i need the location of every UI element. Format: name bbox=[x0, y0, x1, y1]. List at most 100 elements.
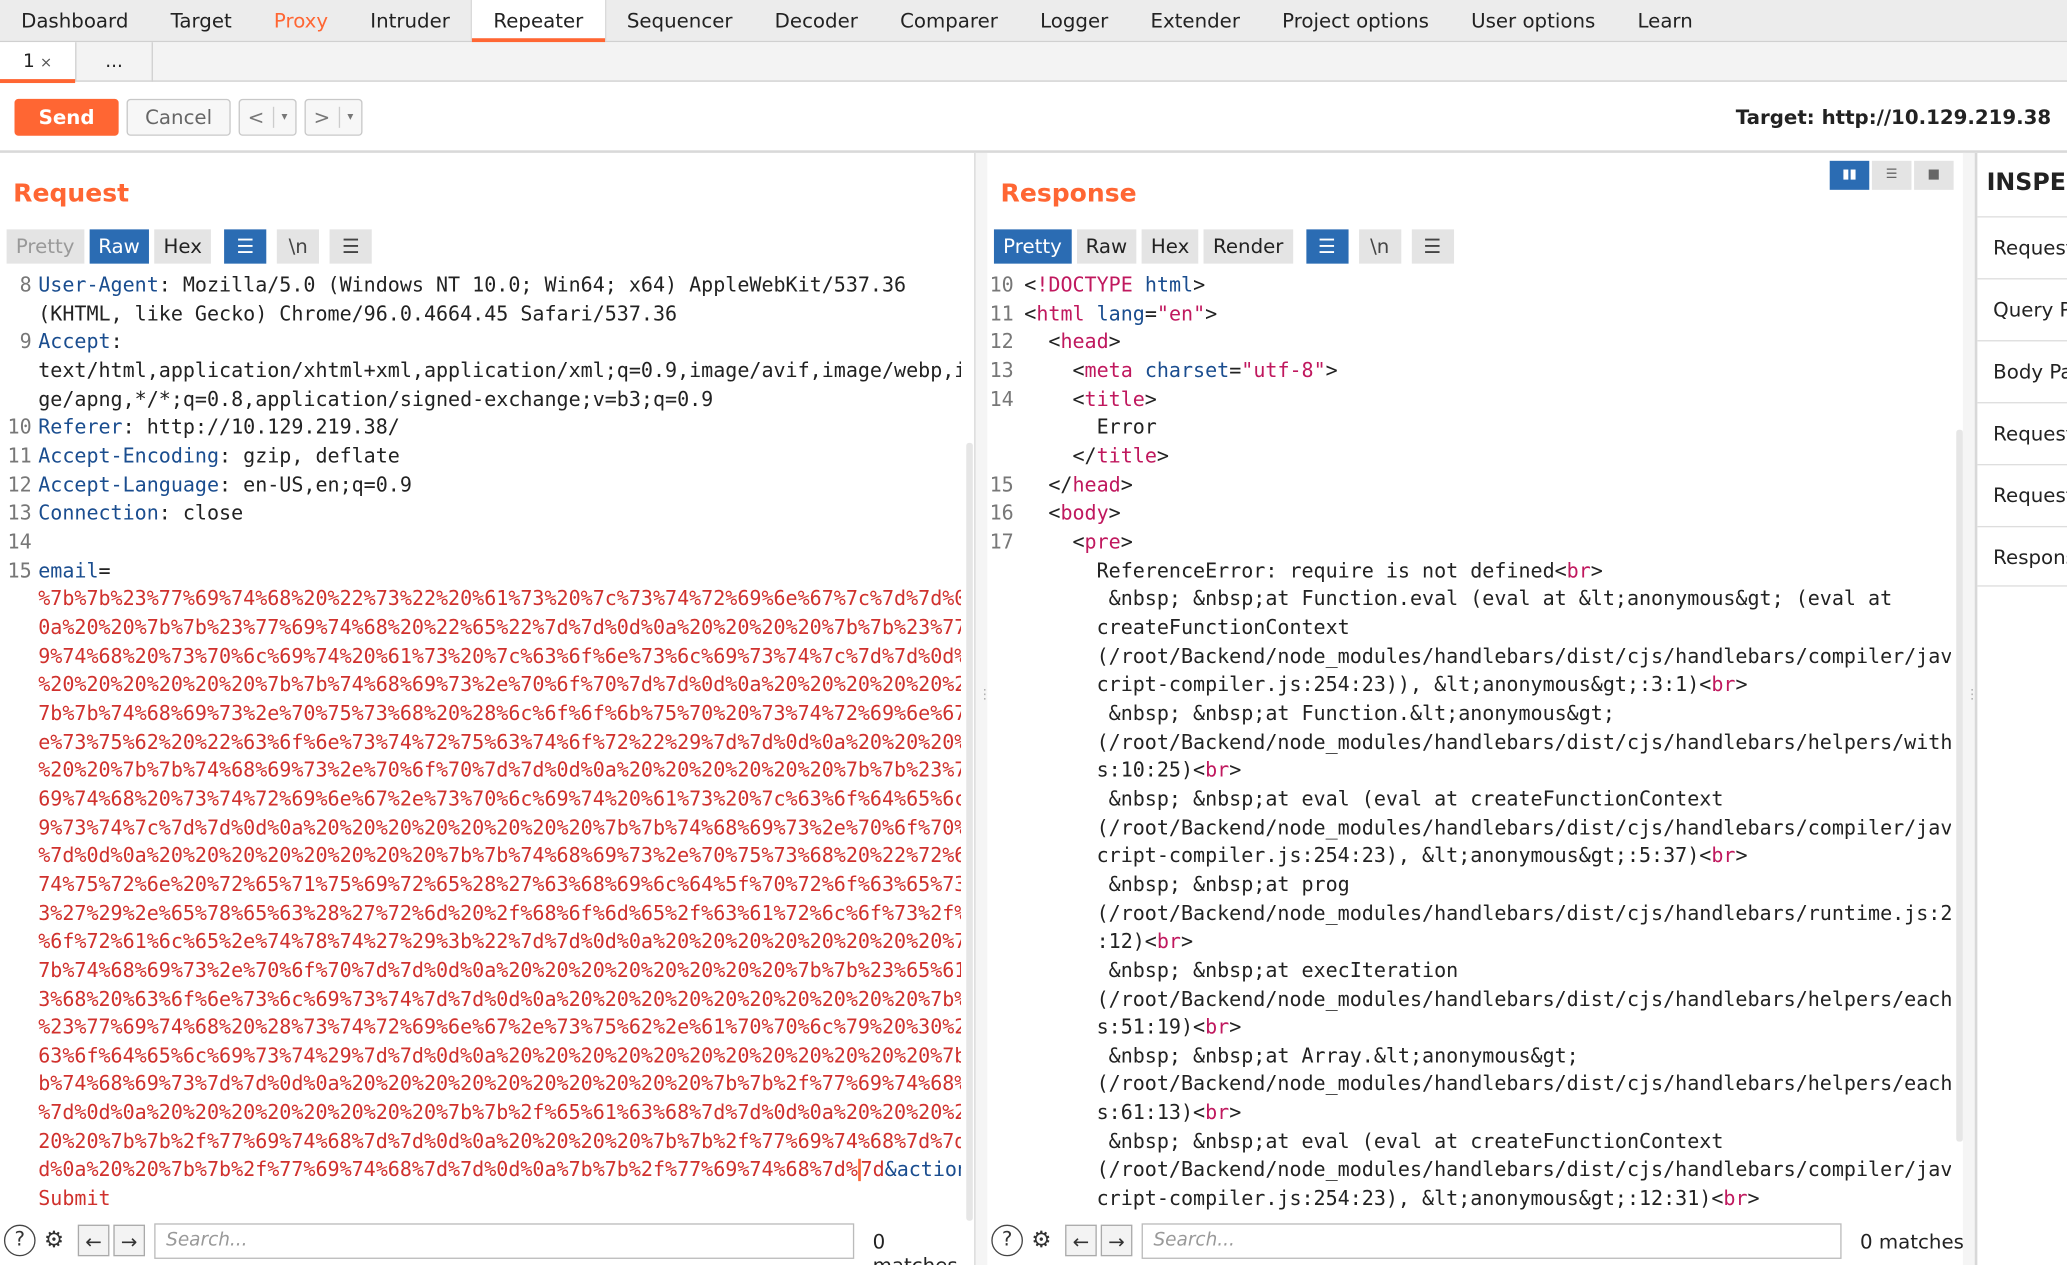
response-tab-render[interactable]: Render bbox=[1203, 229, 1293, 264]
response-line: cript-compiler.js:254:23), &lt;anonymous… bbox=[1024, 843, 1748, 868]
wrap-lines-icon[interactable]: ☰ bbox=[1305, 229, 1349, 264]
response-line: &nbsp; &nbsp;at execIteration bbox=[1024, 958, 1459, 982]
line-number: 11 bbox=[989, 301, 1014, 326]
forward-button[interactable]: > ▾ bbox=[304, 98, 363, 136]
request-search-input[interactable]: Search... bbox=[154, 1223, 855, 1259]
request-line: 74%75%72%6e%20%72%65%71%75%69%72%65%28%2… bbox=[38, 872, 961, 897]
line-number: 10 bbox=[7, 415, 32, 440]
help-icon[interactable]: ? bbox=[991, 1224, 1023, 1257]
response-line: &nbsp; &nbsp;at eval (eval at createFunc… bbox=[1024, 1129, 1724, 1154]
response-tab-hex[interactable]: Hex bbox=[1141, 229, 1199, 264]
new-tab-button[interactable]: ... bbox=[76, 42, 153, 82]
response-line: <body> bbox=[1024, 501, 1121, 526]
request-tab-raw[interactable]: Raw bbox=[88, 229, 150, 264]
inspector-body-parameters[interactable]: Body Parameters bbox=[1977, 340, 2067, 401]
send-button[interactable]: Send bbox=[14, 98, 119, 136]
request-tab-pretty[interactable]: Pretty bbox=[6, 229, 84, 264]
response-line: &nbsp; &nbsp;at Array.&lt;anonymous&gt; bbox=[1024, 1043, 1579, 1068]
line-number: 12 bbox=[989, 329, 1014, 354]
panel-splitter[interactable]: ⋮ bbox=[975, 152, 991, 1265]
tab-extender[interactable]: Extender bbox=[1129, 0, 1261, 41]
response-line: <title> bbox=[1024, 387, 1157, 411]
layout-side-by-side-icon[interactable]: ▮▮ bbox=[1829, 160, 1870, 190]
arrow-right-icon[interactable]: → bbox=[113, 1224, 146, 1257]
tab-intruder[interactable]: Intruder bbox=[349, 0, 471, 41]
tab-logger[interactable]: Logger bbox=[1019, 0, 1129, 41]
request-line: %6f%72%61%6c%65%2e%74%78%74%27%29%3b%22%… bbox=[38, 929, 961, 954]
line-number: 14 bbox=[7, 529, 32, 554]
request-line: d%0a%20%20%7b%7b%2f%77%69%74%68%7d%7d%0d… bbox=[38, 1158, 961, 1182]
response-line: ReferenceError: require is not defined<b… bbox=[1024, 558, 1603, 583]
response-panel: Response Pretty Raw Hex Render ☰ \n ☰ 10… bbox=[987, 152, 1966, 1265]
back-button[interactable]: < ▾ bbox=[238, 98, 297, 136]
request-tab-hex[interactable]: Hex bbox=[154, 229, 212, 264]
tab-repeater[interactable]: Repeater bbox=[471, 0, 606, 43]
show-newlines-icon[interactable]: \n bbox=[277, 229, 320, 264]
repeater-tab-1[interactable]: 1 × bbox=[0, 42, 77, 84]
response-line: (/root/Backend/node_modules/handlebars/d… bbox=[1024, 1158, 1951, 1182]
response-line: (/root/Backend/node_modules/handlebars/d… bbox=[1024, 1072, 1951, 1097]
request-line: 0a%20%20%7b%7b%23%77%69%74%68%20%22%65%2… bbox=[38, 615, 961, 640]
arrow-right-icon[interactable]: → bbox=[1100, 1224, 1133, 1257]
tab-user-options[interactable]: User options bbox=[1450, 0, 1616, 41]
arrow-left-icon[interactable]: ← bbox=[77, 1224, 110, 1257]
settings-gear-icon[interactable]: ⚙ bbox=[1026, 1225, 1058, 1257]
chevron-left-icon: < bbox=[247, 105, 265, 130]
line-number: 8 bbox=[19, 272, 32, 297]
menu-icon[interactable]: ☰ bbox=[329, 229, 372, 264]
line-number: 12 bbox=[7, 472, 32, 497]
show-newlines-icon[interactable]: \n bbox=[1358, 229, 1401, 264]
cancel-button[interactable]: Cancel bbox=[126, 98, 231, 136]
tab-sequencer[interactable]: Sequencer bbox=[606, 0, 754, 41]
line-number: 16 bbox=[989, 501, 1014, 526]
response-scrollbar[interactable] bbox=[1956, 429, 1963, 1142]
tab-target[interactable]: Target bbox=[149, 0, 252, 41]
burp-window: Dashboard Target Proxy Intruder Repeater… bbox=[0, 0, 2067, 1265]
inspector-query-parameters[interactable]: Query Parameters bbox=[1977, 278, 2067, 339]
request-editor[interactable]: 8 User-Agent: Mozilla/5.0 (Windows NT 10.… bbox=[0, 272, 961, 1221]
tab-decoder[interactable]: Decoder bbox=[754, 0, 879, 41]
repeater-subtab-bar: 1 × ... bbox=[0, 42, 2067, 84]
response-editor[interactable]: 10 <!DOCTYPE html> 11 <html lang="en"> 12 <h… bbox=[987, 272, 1951, 1221]
wrap-lines-icon[interactable]: ☰ bbox=[224, 229, 267, 264]
tab-proxy[interactable]: Proxy bbox=[253, 0, 349, 41]
inspector-response-headers[interactable]: Response Headers bbox=[1977, 525, 2067, 587]
response-line: (/root/Backend/node_modules/handlebars/d… bbox=[1024, 901, 1951, 925]
inspector-splitter[interactable]: ⋮ bbox=[1962, 152, 1979, 1265]
request-line: 9%74%68%20%73%70%6c%69%74%20%61%73%20%7c… bbox=[38, 644, 961, 668]
settings-gear-icon[interactable]: ⚙ bbox=[38, 1225, 70, 1257]
request-scrollbar[interactable] bbox=[966, 442, 973, 1221]
tab-learn[interactable]: Learn bbox=[1616, 0, 1713, 41]
inspector-request-cookies[interactable]: Request Cookies bbox=[1977, 402, 2067, 463]
target-label[interactable]: Target: http://10.129.219.38 bbox=[1736, 105, 2051, 129]
response-line: createFunctionContext bbox=[1024, 615, 1350, 640]
request-line: Accept: bbox=[38, 329, 123, 354]
request-line: %20%20%20%20%20%20%7b%7b%74%68%69%73%2e%… bbox=[38, 672, 961, 697]
line-number: 14 bbox=[989, 387, 1014, 411]
response-search-input[interactable]: Search... bbox=[1141, 1223, 1842, 1259]
tab-project-options[interactable]: Project options bbox=[1261, 0, 1450, 41]
response-tab-pretty[interactable]: Pretty bbox=[993, 229, 1072, 264]
close-icon[interactable]: × bbox=[40, 54, 52, 71]
inspector-request-attributes[interactable]: Request Attributes bbox=[1977, 216, 2067, 277]
response-line: </head> bbox=[1024, 472, 1133, 497]
repeater-tab-1-label: 1 bbox=[22, 51, 35, 73]
layout-tabs-icon[interactable]: ■ bbox=[1914, 160, 1954, 190]
chevron-down-icon[interactable]: ▾ bbox=[281, 111, 287, 124]
tab-comparer[interactable]: Comparer bbox=[879, 0, 1019, 41]
response-line: (/root/Backend/node_modules/handlebars/d… bbox=[1024, 729, 1951, 754]
layout-stacked-icon[interactable]: ☰ bbox=[1871, 160, 1912, 190]
response-line: <pre> bbox=[1024, 529, 1133, 554]
inspector-request-headers[interactable]: Request Headers bbox=[1977, 464, 2067, 525]
menu-icon[interactable]: ☰ bbox=[1411, 229, 1454, 264]
response-line: cript-compiler.js:254:23), &lt;anonymous… bbox=[1024, 1186, 1760, 1211]
arrow-left-icon[interactable]: ← bbox=[1065, 1224, 1097, 1257]
request-line: %7b%7b%23%77%69%74%68%20%22%73%22%20%61%… bbox=[38, 586, 961, 611]
chevron-down-icon[interactable]: ▾ bbox=[347, 111, 353, 124]
response-tab-raw[interactable]: Raw bbox=[1076, 229, 1137, 264]
response-line: &nbsp; &nbsp;at Function.eval (eval at &… bbox=[1024, 586, 1893, 611]
tab-dashboard[interactable]: Dashboard bbox=[0, 0, 149, 41]
response-line: <meta charset="utf-8"> bbox=[1024, 358, 1338, 383]
response-view-tabs: Pretty Raw Hex Render ☰ \n ☰ bbox=[993, 229, 1454, 264]
help-icon[interactable]: ? bbox=[3, 1224, 36, 1257]
